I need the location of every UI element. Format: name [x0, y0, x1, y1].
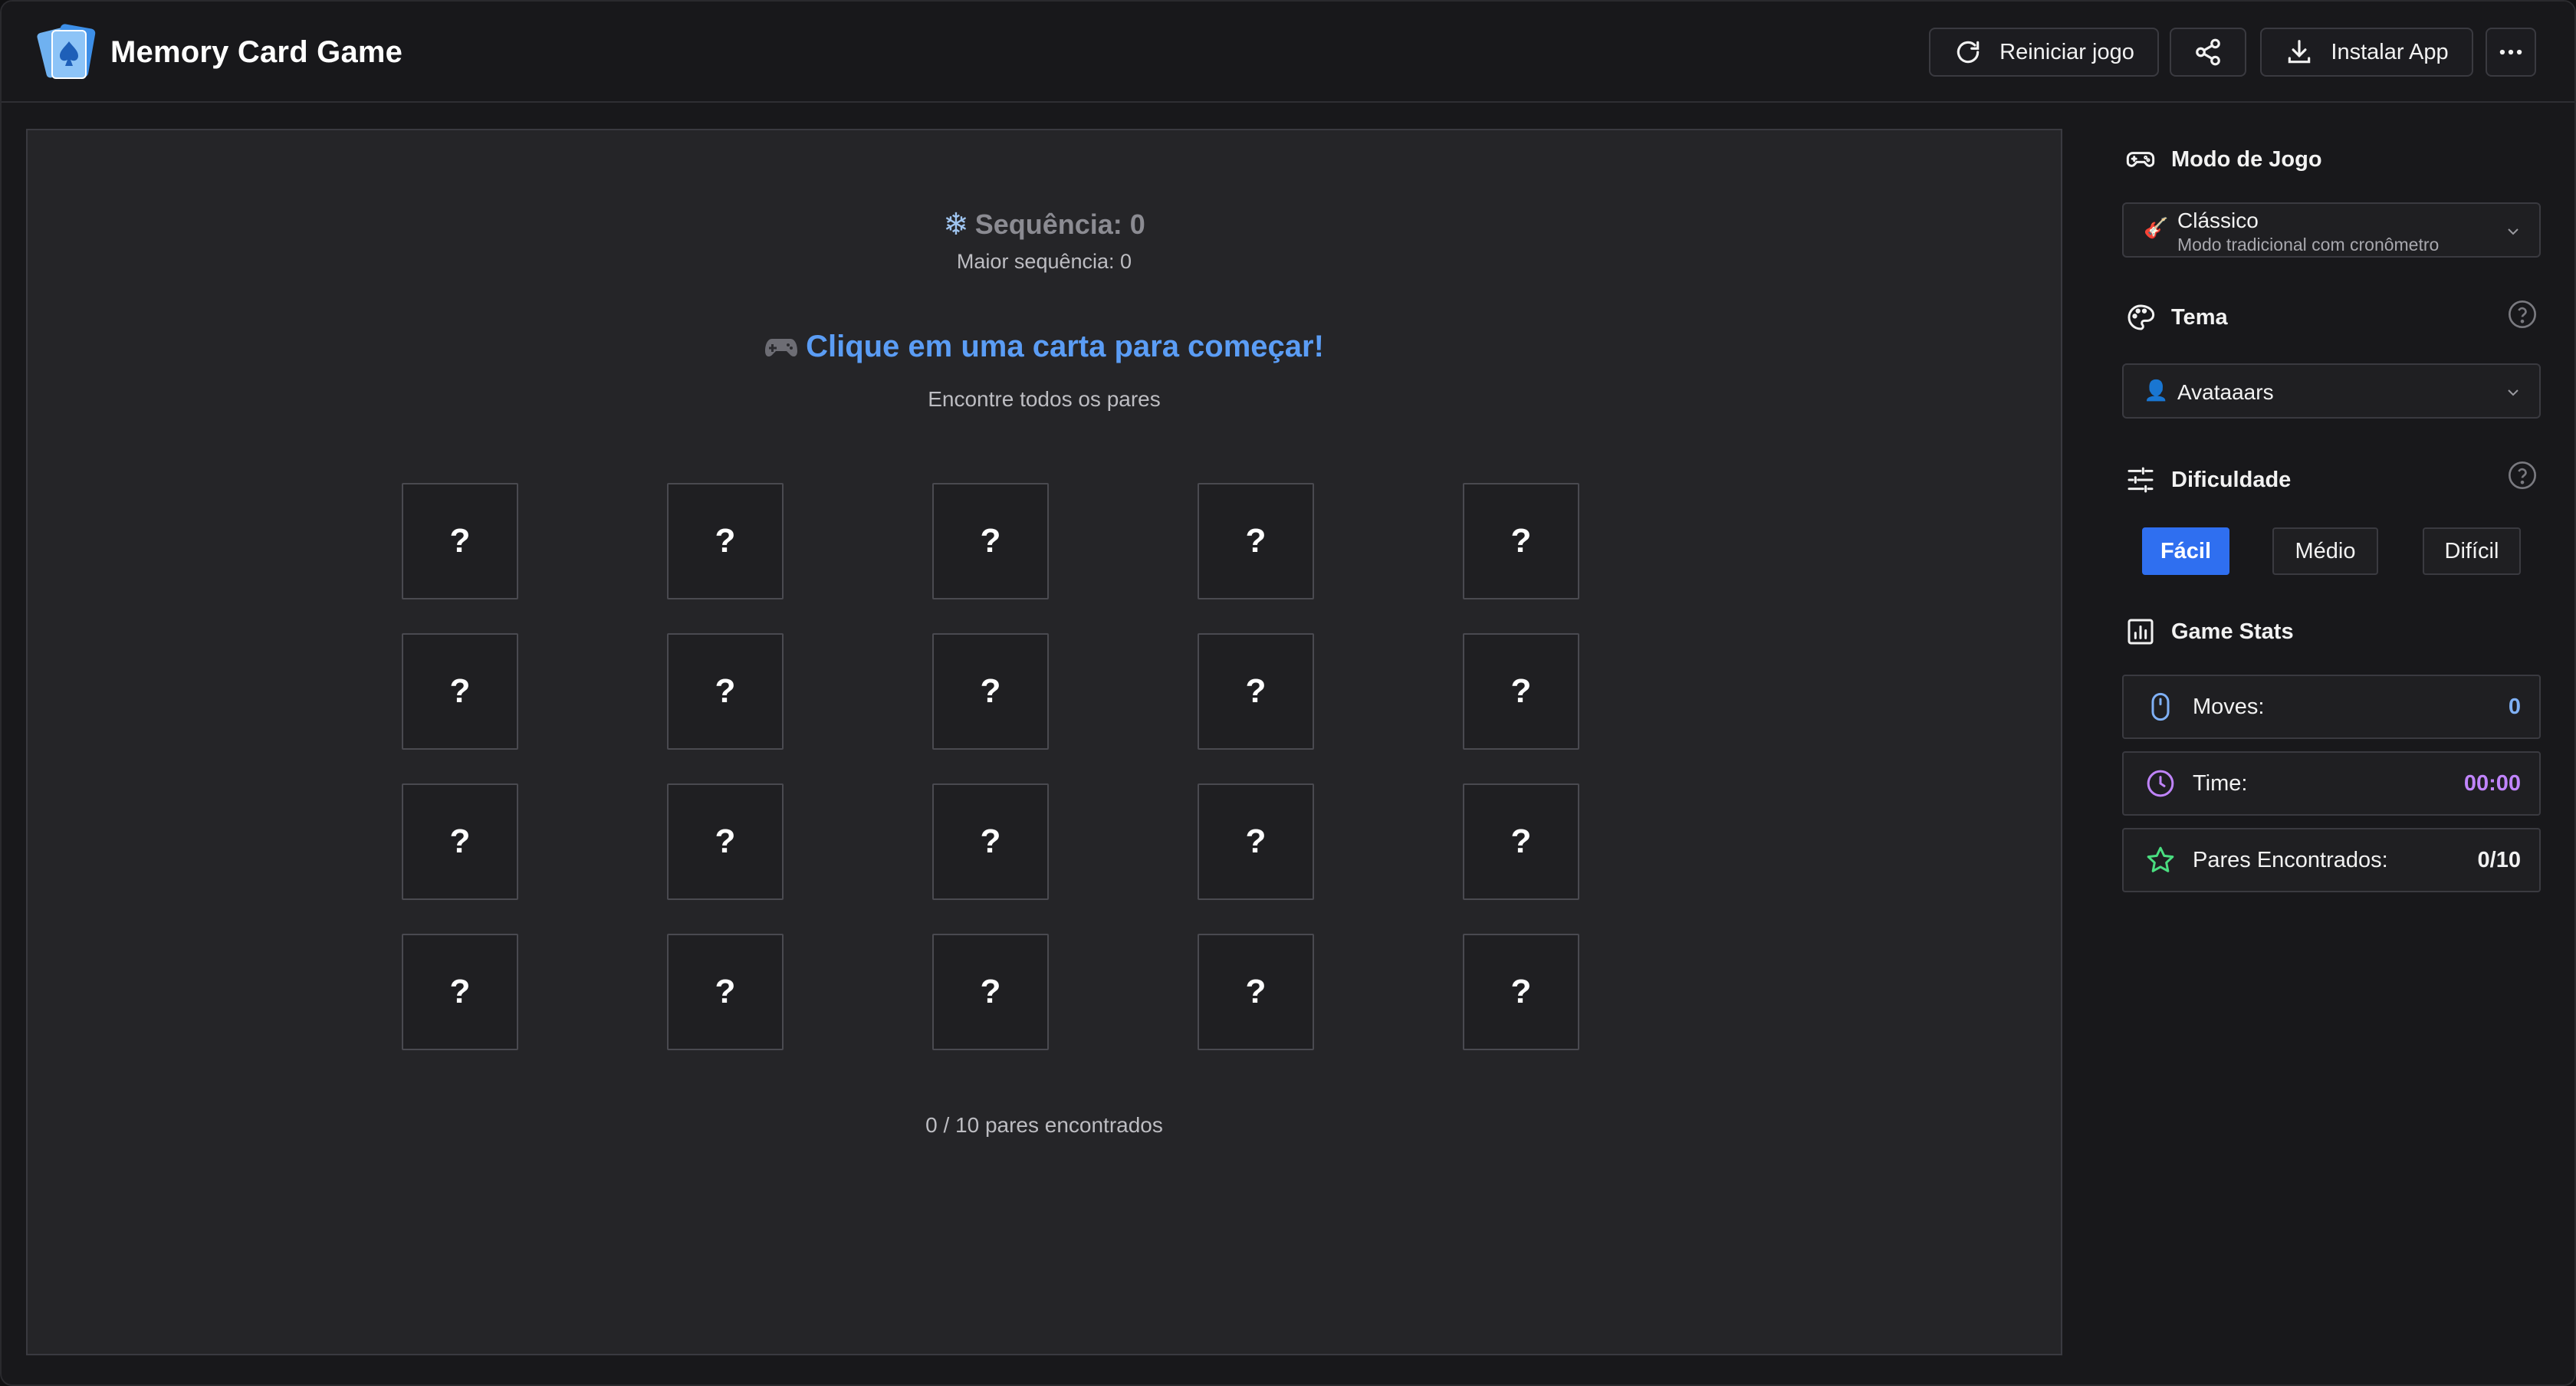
game-board: ❄ Sequência: 0 Maior sequência: 0 Clique…	[26, 129, 2062, 1355]
time-stat: Time: 00:00	[2122, 751, 2541, 816]
time-value: 00:00	[2463, 771, 2521, 796]
more-options-button[interactable]	[2486, 28, 2536, 77]
prompt-title-text: Clique em uma carta para começar!	[806, 330, 1324, 363]
chevron-down-icon	[2508, 389, 2518, 396]
pairs-found-text: 0 / 10 pares encontrados	[925, 1113, 1163, 1137]
difficulty-help-icon[interactable]	[2507, 460, 2538, 491]
app-title: Memory Card Game	[110, 34, 403, 69]
start-prompt: Clique em uma carta para começar! Encont…	[28, 330, 2061, 412]
user-avatar-icon: 👤	[2144, 379, 2169, 402]
sidebar: Modo de Jogo 🎸 Clássico Modo tradicional…	[2122, 129, 2541, 1355]
streak-panel: ❄ Sequência: 0 Maior sequência: 0	[28, 207, 2061, 274]
theme-title: Tema	[2171, 304, 2228, 330]
sliders-icon	[2128, 467, 2154, 493]
memory-card[interactable]: ?	[402, 633, 518, 750]
memory-card[interactable]: ?	[402, 483, 518, 599]
best-streak: Maior sequência: 0	[956, 250, 1132, 273]
share-icon	[2196, 38, 2220, 66]
memory-card[interactable]: ?	[667, 633, 784, 750]
game-stats-title: Game Stats	[2171, 619, 2294, 644]
share-button[interactable]	[2170, 28, 2246, 77]
memory-card[interactable]: ?	[932, 934, 1049, 1050]
difficulty-hard-button[interactable]: Difícil	[2423, 527, 2521, 575]
bar-chart-icon	[2128, 619, 2154, 645]
memory-card[interactable]: ?	[402, 783, 518, 900]
card-grid: ????????????????????	[402, 483, 1585, 1110]
theme-select[interactable]: 👤 Avataaars	[2122, 363, 2541, 419]
memory-card[interactable]: ?	[1463, 483, 1579, 599]
prompt-title: Clique em uma carta para começar!	[764, 330, 1324, 364]
snowflake-icon: ❄	[943, 208, 969, 241]
gamepad-icon	[765, 338, 798, 356]
brand: Memory Card Game	[37, 21, 402, 83]
palette-icon	[2128, 304, 2155, 330]
restart-game-button[interactable]: Reiniciar jogo	[1929, 28, 2159, 77]
chevron-down-icon	[2508, 228, 2518, 235]
game-mode-select[interactable]: 🎸 Clássico Modo tradicional com cronômet…	[2122, 202, 2541, 258]
memory-card[interactable]: ?	[1198, 934, 1314, 1050]
memory-card[interactable]: ?	[667, 483, 784, 599]
app-window: Memory Card Game Reiniciar jogo Instalar…	[0, 0, 2576, 1386]
moves-value: 0	[2508, 695, 2521, 719]
refresh-icon	[1957, 41, 1980, 64]
guitar-icon: 🎸	[2144, 216, 2169, 239]
restart-game-label: Reiniciar jogo	[1999, 39, 2134, 64]
game-mode-heading: Modo de Jogo	[2125, 143, 2322, 176]
difficulty-heading: Dificuldade	[2125, 463, 2291, 497]
top-bar: Memory Card Game Reiniciar jogo Instalar…	[2, 2, 2574, 103]
theme-heading: Tema	[2125, 301, 2228, 334]
game-stats-heading: Game Stats	[2125, 615, 2294, 649]
moves-stat: Moves: 0	[2122, 675, 2541, 739]
mouse-icon	[2151, 692, 2170, 721]
clock-icon	[2147, 770, 2174, 797]
game-mode-description: Modo tradicional com cronômetro	[2177, 235, 2440, 255]
more-horizontal-icon	[2499, 49, 2522, 55]
game-mode-title: Modo de Jogo	[2171, 146, 2322, 172]
memory-card[interactable]: ?	[402, 934, 518, 1050]
install-app-button[interactable]: Instalar App	[2260, 28, 2473, 77]
difficulty-medium-button[interactable]: Médio	[2272, 527, 2378, 575]
memory-card[interactable]: ?	[932, 633, 1049, 750]
streak-counter: ❄ Sequência: 0	[943, 207, 1145, 242]
memory-card[interactable]: ?	[1463, 934, 1579, 1050]
download-icon	[2288, 40, 2311, 64]
memory-card[interactable]: ?	[1198, 483, 1314, 599]
cards-logo-icon	[37, 24, 96, 79]
memory-card[interactable]: ?	[667, 783, 784, 900]
pairs-label: Pares Encontrados:	[2193, 848, 2388, 872]
memory-card[interactable]: ?	[932, 783, 1049, 900]
difficulty-title: Dificuldade	[2171, 467, 2292, 492]
star-icon	[2147, 846, 2174, 872]
memory-card[interactable]: ?	[1198, 783, 1314, 900]
difficulty-easy-button[interactable]: Fácil	[2142, 527, 2229, 575]
theme-help-icon[interactable]	[2507, 299, 2538, 330]
memory-card[interactable]: ?	[1198, 633, 1314, 750]
streak-label: Sequência: 0	[974, 209, 1145, 240]
gamepad-outline-icon	[2126, 152, 2155, 167]
memory-card[interactable]: ?	[667, 934, 784, 1050]
pairs-value: 0/10	[2477, 848, 2521, 872]
theme-value: Avataaars	[2177, 380, 2274, 404]
install-app-label: Instalar App	[2331, 39, 2449, 64]
moves-label: Moves:	[2193, 695, 2265, 719]
prompt-subtitle: Encontre todos os pares	[928, 387, 1161, 411]
time-label: Time:	[2193, 771, 2248, 796]
pairs-stat: Pares Encontrados: 0/10	[2122, 828, 2541, 892]
memory-card[interactable]: ?	[1463, 783, 1579, 900]
game-mode-value: Clássico	[2177, 209, 2259, 232]
memory-card[interactable]: ?	[1463, 633, 1579, 750]
memory-card[interactable]: ?	[932, 483, 1049, 599]
